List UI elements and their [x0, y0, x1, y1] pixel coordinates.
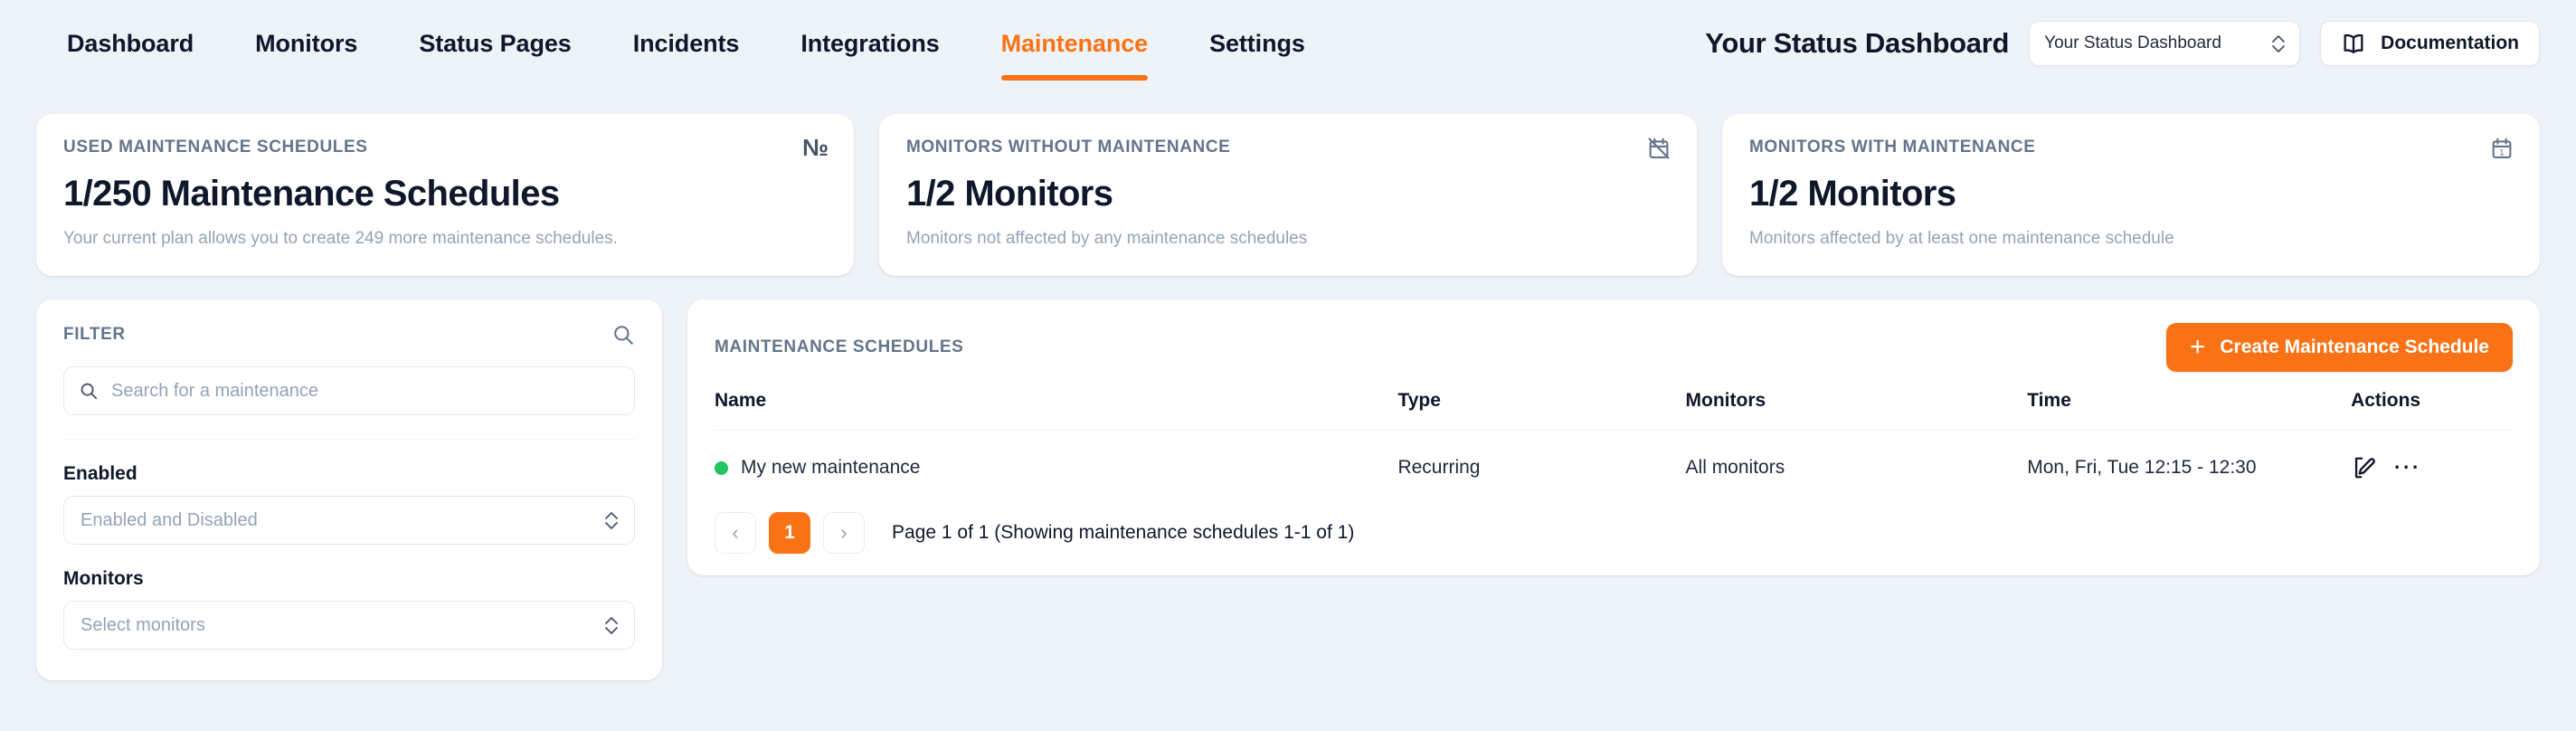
create-maintenance-schedule-button[interactable]: + Create Maintenance Schedule	[2165, 323, 2513, 372]
stat-card-used-maintenance-schedules: USED MAINTENANCE SCHEDULES 1/250 Mainten…	[36, 114, 854, 276]
enabled-select-value: Enabled and Disabled	[80, 509, 258, 530]
status-badge-enabled	[715, 460, 728, 475]
stat-card-value: 1/2 Monitors	[1749, 174, 1956, 214]
stat-card-monitors-without-maintenance: MONITORS WITHOUT MAINTENANCE 1/2 Monitor…	[879, 114, 1697, 276]
table-panel-title: MAINTENANCE SCHEDULES	[715, 337, 964, 356]
maintenance-schedules-table: Name Type Monitors Time Actions My new m…	[715, 390, 2513, 505]
main-content: FILTER Enabled Enabled and Disabled	[0, 299, 2576, 680]
calendar-icon: 1	[2489, 136, 2514, 161]
nav-item-label: Monitors	[255, 29, 358, 57]
calendar-off-icon	[1646, 136, 1672, 161]
pagination-prev-button[interactable]: ‹	[715, 512, 756, 554]
chevron-up-down-icon	[605, 616, 618, 635]
page-title: Your Status Dashboard	[1705, 27, 2010, 59]
create-maintenance-schedule-label: Create Maintenance Schedule	[2220, 337, 2489, 357]
stat-card-description: Monitors not affected by any maintenance…	[906, 229, 1308, 248]
pagination-next-button[interactable]: ›	[823, 512, 865, 554]
chevron-up-down-icon	[605, 511, 618, 530]
documentation-label: Documentation	[2381, 33, 2519, 53]
pagination-info: Page 1 of 1 (Showing maintenance schedul…	[892, 522, 1355, 543]
nav-item-integrations[interactable]: Integrations	[770, 0, 970, 87]
nav-item-monitors[interactable]: Monitors	[224, 0, 388, 87]
cell-type: Recurring	[1397, 457, 1481, 478]
primary-nav: Dashboard Monitors Status Pages Incident…	[36, 0, 1336, 87]
nav-item-label: Status Pages	[419, 29, 572, 57]
search-icon	[79, 381, 99, 401]
filter-divider	[63, 439, 635, 440]
search-icon[interactable]	[611, 323, 635, 347]
stat-card-label: USED MAINTENANCE SCHEDULES	[63, 138, 368, 157]
filter-field-monitors: Monitors Select monitors	[63, 568, 635, 650]
column-header-time: Time	[2027, 390, 2352, 431]
svg-text:1: 1	[2499, 147, 2504, 157]
search-input[interactable]	[111, 380, 620, 402]
pagination-page-1-button[interactable]: 1	[769, 512, 810, 554]
nav-item-label: Incidents	[632, 29, 740, 57]
book-icon	[2341, 32, 2366, 55]
numero-icon: №	[802, 134, 829, 161]
nav-item-incidents[interactable]: Incidents	[602, 0, 771, 87]
filter-panel: FILTER Enabled Enabled and Disabled	[36, 299, 662, 680]
column-header-type: Type	[1397, 390, 1686, 431]
monitors-select-value: Select monitors	[80, 614, 205, 635]
monitors-select[interactable]: Select monitors	[63, 601, 635, 650]
edit-icon[interactable]	[2351, 455, 2376, 480]
column-header-actions: Actions	[2351, 390, 2513, 431]
nav-item-settings[interactable]: Settings	[1179, 0, 1336, 87]
nav-item-maintenance[interactable]: Maintenance	[971, 0, 1179, 87]
enabled-select[interactable]: Enabled and Disabled	[63, 496, 635, 545]
stat-card-value: 1/250 Maintenance Schedules	[63, 174, 560, 214]
more-options-icon[interactable]: ⋯	[2392, 454, 2420, 481]
nav-item-label: Dashboard	[67, 29, 194, 57]
stat-cards-row: USED MAINTENANCE SCHEDULES 1/250 Mainten…	[0, 114, 2576, 276]
table-header-row: Name Type Monitors Time Actions	[715, 390, 2513, 431]
nav-item-label: Maintenance	[1000, 29, 1149, 57]
nav-item-label: Settings	[1209, 29, 1305, 57]
stat-card-monitors-with-maintenance: MONITORS WITH MAINTENANCE 1/2 Monitors M…	[1722, 114, 2540, 276]
stat-card-value: 1/2 Monitors	[906, 174, 1113, 214]
cell-actions: ⋯	[2351, 431, 2513, 506]
stat-card-label: MONITORS WITH MAINTENANCE	[1749, 138, 2036, 157]
monitors-field-label: Monitors	[63, 568, 144, 589]
pagination: ‹ 1 › Page 1 of 1 (Showing maintenance s…	[715, 512, 2513, 554]
nav-item-status-pages[interactable]: Status Pages	[388, 0, 601, 87]
maintenance-name: My new maintenance	[741, 457, 921, 478]
filter-panel-header: FILTER	[63, 323, 635, 347]
plus-icon: +	[2189, 332, 2206, 362]
column-header-monitors: Monitors	[1685, 390, 2028, 431]
cell-monitors: All monitors	[1685, 457, 1785, 478]
nav-item-dashboard[interactable]: Dashboard	[36, 0, 224, 87]
column-header-name: Name	[715, 390, 1398, 431]
table-row[interactable]: My new maintenance Recurring All monitor…	[715, 431, 2513, 506]
stat-card-label: MONITORS WITHOUT MAINTENANCE	[906, 138, 1231, 157]
cell-time: Mon, Fri, Tue 12:15 - 12:30	[2027, 457, 2257, 478]
workspace-select[interactable]: Your Status Dashboard	[2029, 21, 2301, 66]
stat-card-description: Your current plan allows you to create 2…	[63, 229, 618, 248]
enabled-field-label: Enabled	[63, 463, 137, 484]
nav-item-label: Integrations	[800, 29, 940, 57]
table-panel-header: MAINTENANCE SCHEDULES + Create Maintenan…	[715, 323, 2513, 372]
chevron-up-down-icon	[2272, 34, 2286, 53]
nav-right-group: Your Status Dashboard Your Status Dashbo…	[1705, 21, 2540, 66]
documentation-button[interactable]: Documentation	[2320, 21, 2540, 66]
cell-name: My new maintenance	[715, 431, 1397, 506]
maintenance-schedules-panel: MAINTENANCE SCHEDULES + Create Maintenan…	[687, 299, 2540, 575]
workspace-select-value: Your Status Dashboard	[2044, 33, 2221, 52]
stat-card-description: Monitors affected by at least one mainte…	[1749, 229, 2174, 248]
top-navigation-bar: Dashboard Monitors Status Pages Incident…	[0, 0, 2576, 87]
filter-field-enabled: Enabled Enabled and Disabled	[63, 463, 635, 545]
search-field-wrapper[interactable]	[63, 366, 635, 415]
filter-panel-title: FILTER	[63, 325, 126, 344]
